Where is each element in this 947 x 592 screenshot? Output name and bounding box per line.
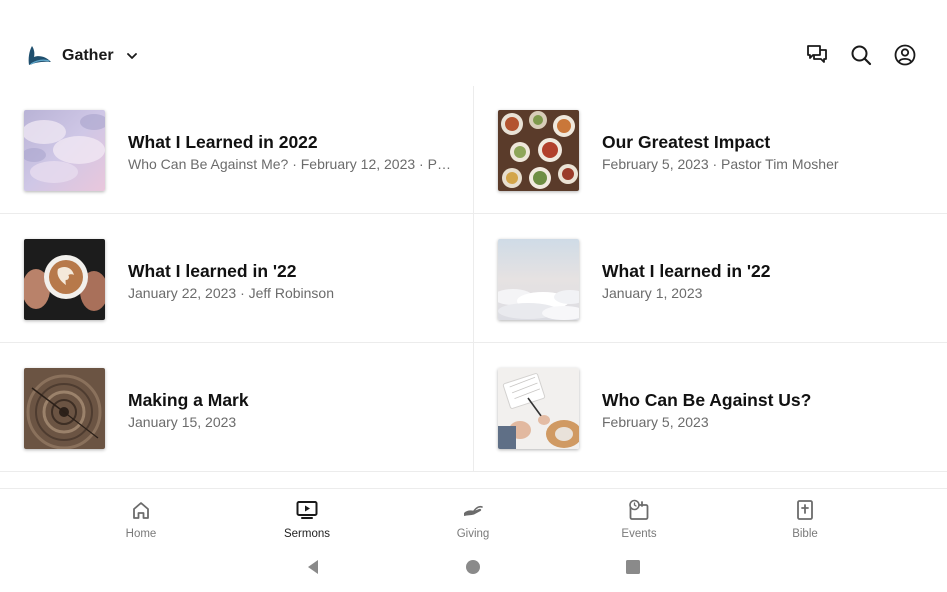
sermon-thumbnail: [498, 110, 579, 191]
home-icon: [133, 502, 149, 519]
nav-label: Giving: [456, 528, 490, 540]
recents-icon[interactable]: [624, 558, 642, 576]
sermon-thumbnail: [24, 110, 105, 191]
church-name: Gather: [62, 47, 114, 64]
giving-hand-icon: [464, 505, 483, 516]
system-navigation-bar: [0, 552, 947, 586]
sea-of-clouds-image: [498, 239, 579, 320]
nav-label: Bible: [792, 528, 818, 540]
nav-item-events[interactable]: Events: [594, 499, 684, 540]
sermon-thumbnail: [24, 239, 105, 320]
sermon-card[interactable]: What I learned in '22 January 1, 2023: [474, 215, 947, 343]
nav-label: Sermons: [283, 528, 331, 540]
sermon-subtitle: January 22, 2023 · Jeff Robinson: [128, 285, 334, 301]
sermon-subtitle: February 5, 2023 · Pastor Tim Mosher: [602, 156, 839, 172]
nav-label: Events: [621, 528, 657, 540]
pink-clouds-image: [24, 110, 105, 191]
writing-desk-image: [498, 368, 579, 449]
food-table-image: [498, 110, 579, 191]
sermon-thumbnail: [498, 368, 579, 449]
calendar-clock-icon: [629, 499, 649, 520]
sermon-thumbnail: [24, 368, 105, 449]
nav-item-sermons[interactable]: Sermons: [262, 499, 352, 540]
search-icon[interactable]: [849, 43, 873, 67]
account-icon[interactable]: [893, 43, 917, 67]
sermon-thumbnail: [498, 239, 579, 320]
sermon-title: Who Can Be Against Us?: [602, 390, 812, 410]
leaf-logo-icon: [28, 46, 51, 65]
sermon-card[interactable]: Who Can Be Against Us? February 5, 2023: [474, 344, 947, 472]
nav-item-home[interactable]: Home: [96, 499, 186, 540]
sermon-card[interactable]: What I learned in '22 January 22, 2023 ·…: [0, 215, 473, 343]
sermon-card[interactable]: Our Greatest Impact February 5, 2023 · P…: [474, 86, 947, 214]
church-switcher[interactable]: Gather: [28, 42, 138, 70]
wood-rings-image: [24, 368, 105, 449]
back-icon[interactable]: [304, 558, 322, 576]
chat-icon[interactable]: [805, 43, 829, 67]
sermon-subtitle: January 15, 2023: [128, 414, 237, 430]
bottom-navigation: Home Sermons Giving Events Bible: [0, 488, 947, 543]
sermon-grid: What I Learned in 2022 Who Can Be Agains…: [0, 86, 947, 472]
sermon-subtitle: Who Can Be Against Me? · February 12, 20…: [128, 156, 452, 172]
sermon-title: What I learned in '22: [602, 261, 771, 281]
latte-hands-image: [24, 239, 105, 320]
sermon-subtitle: February 5, 2023: [602, 414, 709, 430]
nav-item-giving[interactable]: Giving: [428, 499, 518, 540]
sermon-title: Making a Mark: [128, 390, 249, 410]
bible-icon: [797, 500, 813, 520]
top-app-bar: Gather: [0, 0, 947, 92]
chevron-down-icon: [126, 53, 137, 59]
sermon-card[interactable]: Making a Mark January 15, 2023: [0, 344, 473, 472]
nav-label: Home: [125, 528, 157, 540]
nav-item-bible[interactable]: Bible: [760, 499, 850, 540]
sermon-card[interactable]: What I Learned in 2022 Who Can Be Agains…: [0, 86, 473, 214]
sermon-title: What I Learned in 2022: [128, 132, 318, 152]
sermon-title: Our Greatest Impact: [602, 132, 771, 152]
sermon-subtitle: January 1, 2023: [602, 285, 703, 301]
home-circle-icon[interactable]: [464, 558, 482, 576]
sermon-title: What I learned in '22: [128, 261, 297, 281]
play-screen-icon: [296, 501, 318, 519]
